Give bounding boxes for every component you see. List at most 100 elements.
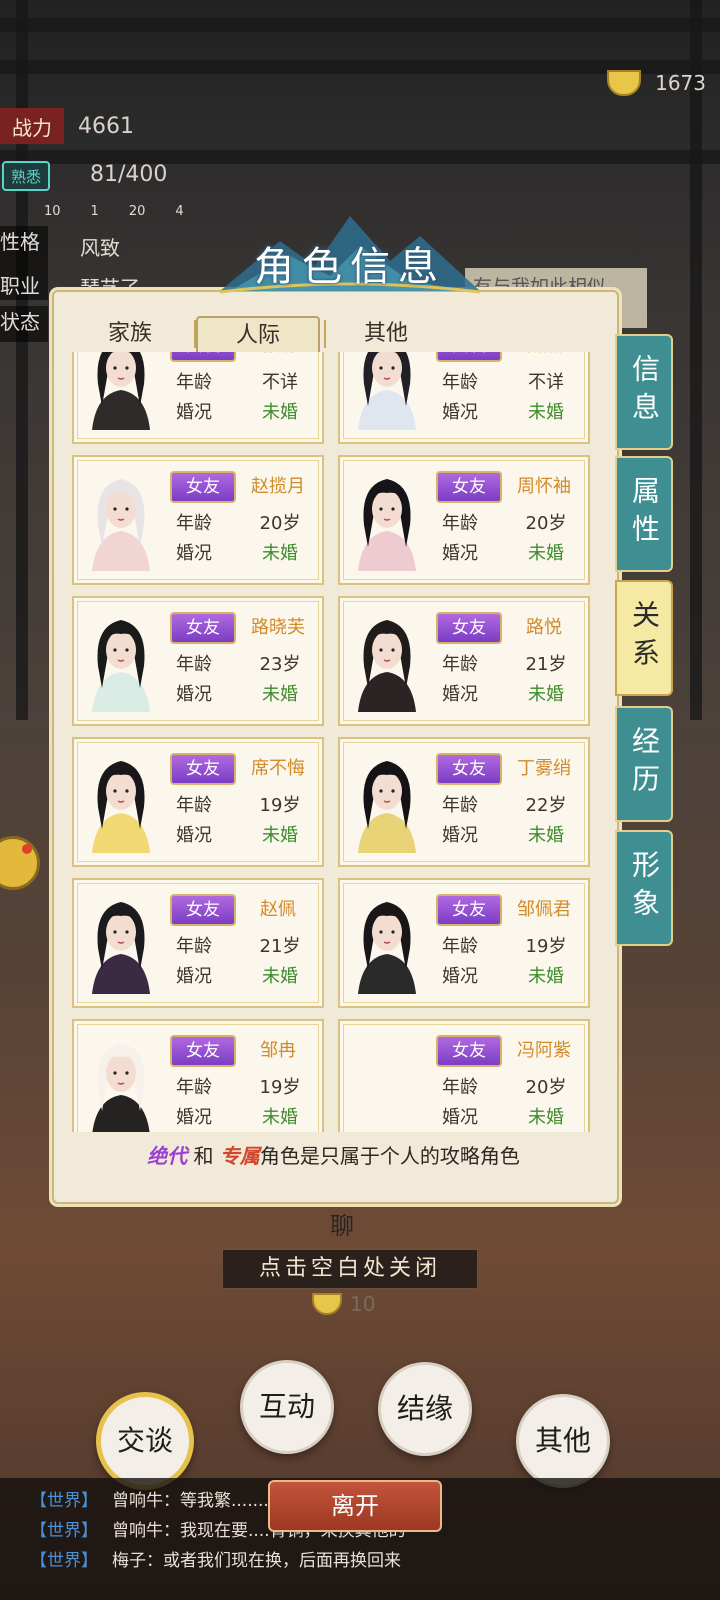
girlfriend-badge: 女友	[170, 352, 236, 362]
chat-channel: 【世界】	[30, 1491, 98, 1511]
tab-other[interactable]: 其他	[326, 316, 446, 352]
character-portrait	[348, 747, 426, 853]
interact-button-label: 互动	[258, 1390, 315, 1423]
panel-tabs: 家族 人际 其他	[70, 316, 450, 356]
age-label: 年龄	[176, 513, 212, 534]
close-hint: 点击空白处关闭	[222, 1249, 478, 1289]
character-portrait	[82, 747, 160, 853]
character-name: 邹佩君	[517, 899, 571, 920]
age-value: 21岁	[259, 936, 301, 957]
chat-text: 梅子：或者我们现在换，后面再换回来	[112, 1551, 401, 1571]
marriage-label: 婚况	[176, 825, 212, 846]
side-tab-label: 信息	[628, 354, 661, 430]
power-row: 战力 4661	[0, 108, 134, 144]
relation-card[interactable]: 女友 席不悔 年龄 19岁 婚况 未婚	[72, 737, 324, 867]
count-4: 4	[175, 203, 184, 219]
tab-relations[interactable]: 人际	[196, 316, 320, 356]
side-tab-label: 经历	[628, 726, 661, 802]
relation-card[interactable]: 女友 丁雾绡 年龄 22岁 婚况 未婚	[338, 737, 590, 867]
side-tab-label: 形象	[628, 850, 661, 926]
marriage-value: 未婚	[262, 1107, 298, 1128]
tab-family[interactable]: 家族	[70, 316, 190, 352]
leave-button[interactable]: 离开	[268, 1480, 442, 1532]
age-value: 20岁	[259, 513, 301, 534]
character-name: 赵佩	[260, 899, 296, 920]
note-and: 和	[187, 1144, 220, 1168]
bond-button[interactable]: 结缘	[378, 1362, 472, 1456]
character-portrait	[82, 352, 160, 430]
character-name: 周怀袖	[517, 476, 571, 497]
character-portrait	[82, 888, 160, 994]
marriage-value: 未婚	[528, 825, 564, 846]
relation-card[interactable]: 女友 邹佩君 年龄 19岁 婚况 未婚	[338, 878, 590, 1008]
marriage-value: 未婚	[528, 402, 564, 423]
character-portrait	[82, 465, 160, 571]
talk-button[interactable]: 交谈	[96, 1392, 194, 1490]
age-value: 22岁	[525, 795, 567, 816]
girlfriend-badge: 女友	[170, 753, 236, 785]
character-name: 赵揽月	[251, 476, 305, 497]
other-button[interactable]: 其他	[516, 1394, 610, 1488]
count-2: 1	[90, 203, 99, 219]
age-value: 不详	[528, 372, 564, 393]
interact-button[interactable]: 互动	[240, 1360, 334, 1454]
relation-card[interactable]: 女友 邹冉 年龄 19岁 婚况 未婚	[72, 1019, 324, 1132]
age-value: 21岁	[525, 654, 567, 675]
relation-card[interactable]: 女友 冯阿紫 年龄 20岁 婚况 未婚	[338, 1019, 590, 1132]
character-portrait	[348, 465, 426, 571]
character-portrait	[348, 1029, 426, 1132]
marriage-label: 婚况	[442, 402, 478, 423]
age-label: 年龄	[442, 1077, 478, 1098]
chat-channel: 【世界】	[30, 1551, 98, 1571]
other-button-label: 其他	[534, 1424, 591, 1457]
age-label: 年龄	[176, 936, 212, 957]
character-portrait	[82, 606, 160, 712]
character-name: 路晓芙	[251, 617, 305, 638]
bond-button-label: 结缘	[396, 1392, 453, 1425]
relation-card[interactable]: 女友 路晓芙 年龄 23岁 婚况 未婚	[72, 596, 324, 726]
side-tab-history[interactable]: 经历	[615, 706, 673, 822]
tea-bowl-icon	[607, 70, 642, 96]
marriage-label: 婚况	[442, 1107, 478, 1128]
count-1: 10	[44, 203, 61, 219]
familiarity-value: 81/400	[90, 162, 168, 187]
age-value: 23岁	[259, 654, 301, 675]
marriage-label: 婚况	[176, 1107, 212, 1128]
relation-card[interactable]: 女友 周怀袖 年龄 20岁 婚况 未婚	[338, 455, 590, 585]
girlfriend-badge: 女友	[436, 753, 502, 785]
marriage-label: 婚况	[176, 543, 212, 564]
character-portrait	[348, 888, 426, 994]
marriage-label: 婚况	[442, 825, 478, 846]
relation-card[interactable]: 女友 赵佩 年龄 21岁 婚况 未婚	[72, 878, 324, 1008]
character-portrait	[82, 1029, 160, 1132]
character-name: 丁雾绡	[517, 758, 571, 779]
relations-list[interactable]: 女友 祁妍 年龄 不详 婚况 未婚 女友 雨燕 年龄 不详 婚况 未婚	[64, 352, 604, 1132]
marriage-label: 婚况	[176, 966, 212, 987]
girlfriend-badge: 女友	[436, 612, 502, 644]
coin-counter: 1673	[607, 70, 706, 96]
relation-card[interactable]: 女友 路悦 年龄 21岁 婚况 未婚	[338, 596, 590, 726]
age-label: 年龄	[176, 372, 212, 393]
relation-card[interactable]: 女友 祁妍 年龄 不详 婚况 未婚	[72, 352, 324, 444]
note-rest: 角色是只属于个人的攻略角色	[259, 1144, 520, 1168]
girlfriend-badge: 女友	[170, 894, 236, 926]
character-name: 邹冉	[260, 1040, 296, 1061]
marriage-value: 未婚	[528, 684, 564, 705]
relation-card[interactable]: 女友 雨燕 年龄 不详 婚况 未婚	[338, 352, 590, 444]
marriage-value: 未婚	[528, 543, 564, 564]
notification-dot	[22, 844, 32, 854]
cost-value: 10	[350, 1292, 376, 1316]
note-exclusive: 专属	[219, 1144, 260, 1168]
character-name: 雨燕	[504, 352, 584, 362]
side-tab-appearance[interactable]: 形象	[615, 830, 673, 946]
side-tab-attributes[interactable]: 属性	[615, 456, 673, 572]
age-value: 19岁	[259, 795, 301, 816]
trait-label: 性格	[0, 226, 48, 270]
marriage-label: 婚况	[442, 966, 478, 987]
character-name: 路悦	[526, 617, 562, 638]
side-tab-info[interactable]: 信息	[615, 334, 673, 450]
relation-card[interactable]: 女友 赵揽月 年龄 20岁 婚况 未婚	[72, 455, 324, 585]
status-label: 状态	[0, 306, 48, 342]
side-tab-label: 关系	[628, 600, 661, 676]
side-tab-relations[interactable]: 关系	[615, 580, 673, 696]
